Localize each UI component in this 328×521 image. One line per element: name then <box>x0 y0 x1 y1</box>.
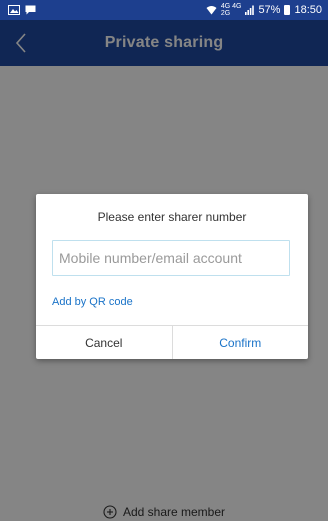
image-icon <box>8 5 20 15</box>
add-by-qr-code-link[interactable]: Add by QR code <box>52 296 133 308</box>
wifi-icon <box>206 6 217 15</box>
battery-percent: 57% <box>258 4 281 16</box>
sharer-number-input[interactable] <box>52 240 290 276</box>
status-left <box>8 5 36 15</box>
cancel-button[interactable]: Cancel <box>36 326 173 359</box>
sharer-dialog: Please enter sharer number Add by QR cod… <box>36 194 308 359</box>
signal-icon <box>245 5 255 15</box>
status-bar: 4G 4G 2G 57% 18:50 <box>0 0 328 20</box>
network-top: 4G 4G <box>220 3 242 10</box>
network-indicator: 4G 4G 2G <box>221 3 242 17</box>
battery-icon <box>284 5 291 15</box>
dialog-footer: Cancel Confirm <box>36 325 308 359</box>
confirm-button[interactable]: Confirm <box>173 326 309 359</box>
status-right: 4G 4G 2G 57% 18:50 <box>206 3 322 17</box>
clock: 18:50 <box>294 4 322 16</box>
message-icon <box>25 5 36 15</box>
network-bottom: 2G <box>220 10 231 17</box>
dialog-title: Please enter sharer number <box>97 210 247 224</box>
